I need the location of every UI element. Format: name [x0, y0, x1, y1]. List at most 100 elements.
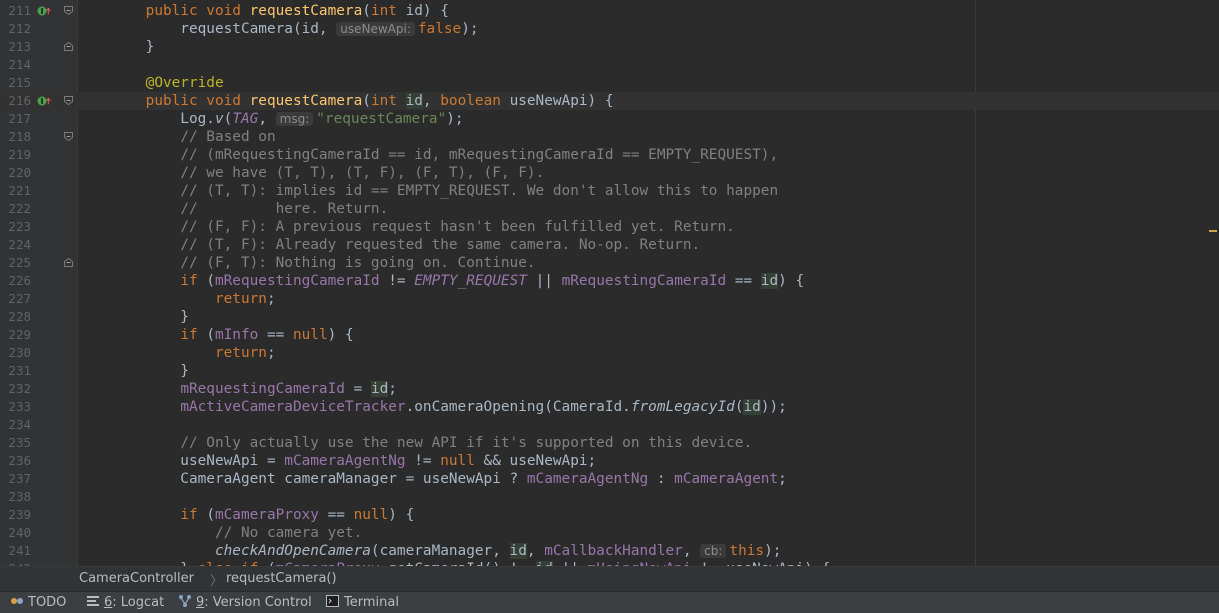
code-line[interactable]: 226 if (mRequestingCameraId != EMPTY_REQ…	[0, 272, 1219, 290]
overrides-method-arrow-icon[interactable]	[45, 5, 53, 17]
code-text[interactable]: }	[111, 362, 189, 380]
code-line[interactable]: 228 }	[0, 308, 1219, 326]
line-number[interactable]: 226	[0, 272, 31, 290]
code-line[interactable]: 214	[0, 56, 1219, 74]
line-number[interactable]: 223	[0, 218, 31, 236]
code-text[interactable]: requestCamera(id, useNewApi: false);	[111, 20, 478, 38]
code-line[interactable]: 227 return;	[0, 290, 1219, 308]
line-number[interactable]: 232	[0, 380, 31, 398]
line-number[interactable]: 236	[0, 452, 31, 470]
line-number[interactable]: 239	[0, 506, 31, 524]
code-editor[interactable]: 211 public void requestCamera(int id) {2…	[0, 0, 1219, 566]
code-line[interactable]: 238	[0, 488, 1219, 506]
code-line[interactable]: 217 Log.v(TAG, msg: "requestCamera");	[0, 110, 1219, 128]
code-text[interactable]: // we have (T, T), (T, F), (F, T), (F, F…	[111, 164, 544, 182]
terminal-button[interactable]: Terminal	[326, 595, 399, 611]
code-text[interactable]: }	[111, 308, 189, 326]
code-text[interactable]: @Override	[111, 74, 224, 92]
line-number[interactable]: 221	[0, 182, 31, 200]
code-text[interactable]: return;	[111, 290, 276, 308]
code-text[interactable]: // (F, F): A previous request hasn't bee…	[111, 218, 735, 236]
code-text[interactable]: if (mCameraProxy == null) {	[111, 506, 414, 524]
scroll-marker[interactable]	[1209, 230, 1217, 232]
line-number[interactable]: 238	[0, 488, 31, 506]
todo-button[interactable]: TODO	[10, 595, 66, 611]
line-number[interactable]: 224	[0, 236, 31, 254]
fold-marker-icon[interactable]	[64, 6, 73, 15]
code-line[interactable]: 229 if (mInfo == null) {	[0, 326, 1219, 344]
code-text[interactable]: if (mInfo == null) {	[111, 326, 353, 344]
line-number[interactable]: 228	[0, 308, 31, 326]
line-number[interactable]: 241	[0, 542, 31, 560]
code-line[interactable]: 221 // (T, T): implies id == EMPTY_REQUE…	[0, 182, 1219, 200]
line-number[interactable]: 231	[0, 362, 31, 380]
code-text[interactable]: public void requestCamera(int id, boolea…	[111, 92, 614, 110]
line-number[interactable]: 229	[0, 326, 31, 344]
code-text[interactable]: }	[111, 38, 155, 56]
code-text[interactable]: checkAndOpenCamera(cameraManager, id, mC…	[111, 542, 781, 560]
line-number[interactable]: 218	[0, 128, 31, 146]
code-text[interactable]: mActiveCameraDeviceTracker.onCameraOpeni…	[111, 398, 787, 416]
code-line[interactable]: 240 // No camera yet.	[0, 524, 1219, 542]
code-line[interactable]: 234	[0, 416, 1219, 434]
code-line[interactable]: 215 @Override	[0, 74, 1219, 92]
code-line[interactable]: 236 useNewApi = mCameraAgentNg != null &…	[0, 452, 1219, 470]
code-line[interactable]: 211 public void requestCamera(int id) {	[0, 2, 1219, 20]
code-line[interactable]: 233 mActiveCameraDeviceTracker.onCameraO…	[0, 398, 1219, 416]
line-number[interactable]: 211	[0, 2, 31, 20]
line-number[interactable]: 234	[0, 416, 31, 434]
version-control-button[interactable]: 9: Version Control	[178, 595, 312, 611]
code-text[interactable]: useNewApi = mCameraAgentNg != null && us…	[111, 452, 596, 470]
code-line[interactable]: 241 checkAndOpenCamera(cameraManager, id…	[0, 542, 1219, 560]
code-line[interactable]: 239 if (mCameraProxy == null) {	[0, 506, 1219, 524]
code-line[interactable]: 235 // Only actually use the new API if …	[0, 434, 1219, 452]
code-text[interactable]: CameraAgent cameraManager = useNewApi ? …	[111, 470, 787, 488]
line-number[interactable]: 240	[0, 524, 31, 542]
code-text[interactable]: if (mRequestingCameraId != EMPTY_REQUEST…	[111, 272, 804, 290]
line-number[interactable]: 235	[0, 434, 31, 452]
line-number[interactable]: 215	[0, 74, 31, 92]
code-text[interactable]: return;	[111, 344, 276, 362]
editor-scrollbar-markers[interactable]	[1206, 0, 1219, 566]
code-line[interactable]: 230 return;	[0, 344, 1219, 362]
line-number[interactable]: 225	[0, 254, 31, 272]
code-lines[interactable]: 211 public void requestCamera(int id) {2…	[0, 2, 1219, 566]
code-line[interactable]: 231 }	[0, 362, 1219, 380]
code-line[interactable]: 223 // (F, F): A previous request hasn't…	[0, 218, 1219, 236]
code-line[interactable]: 222 // here. Return.	[0, 200, 1219, 218]
code-text[interactable]: // here. Return.	[111, 200, 388, 218]
line-number[interactable]: 212	[0, 20, 31, 38]
line-number[interactable]: 220	[0, 164, 31, 182]
line-number[interactable]: 213	[0, 38, 31, 56]
code-text[interactable]: // (mRequestingCameraId == id, mRequesti…	[111, 146, 778, 164]
code-line[interactable]: 219 // (mRequestingCameraId == id, mRequ…	[0, 146, 1219, 164]
breadcrumb-item-class[interactable]: CameraController	[79, 571, 194, 586]
code-line[interactable]: 213 }	[0, 38, 1219, 56]
line-number[interactable]: 230	[0, 344, 31, 362]
line-number[interactable]: 219	[0, 146, 31, 164]
code-line[interactable]: 220 // we have (T, T), (T, F), (F, T), (…	[0, 164, 1219, 182]
fold-end-marker-icon[interactable]	[64, 258, 73, 267]
line-number[interactable]: 214	[0, 56, 31, 74]
code-line[interactable]: 218 // Based on	[0, 128, 1219, 146]
code-text[interactable]: mRequestingCameraId = id;	[111, 380, 397, 398]
code-text[interactable]: // Based on	[111, 128, 275, 146]
code-line[interactable]: 224 // (T, F): Already requested the sam…	[0, 236, 1219, 254]
overrides-method-arrow-icon[interactable]	[45, 95, 53, 107]
code-text[interactable]: // (T, F): Already requested the same ca…	[111, 236, 700, 254]
line-number[interactable]: 216	[0, 92, 31, 110]
line-number[interactable]: 237	[0, 470, 31, 488]
line-number[interactable]: 222	[0, 200, 31, 218]
logcat-button[interactable]: 6: Logcat	[86, 595, 164, 611]
line-number[interactable]: 233	[0, 398, 31, 416]
code-text[interactable]: public void requestCamera(int id) {	[111, 2, 449, 20]
code-line[interactable]: 216 public void requestCamera(int id, bo…	[0, 92, 1219, 110]
fold-end-marker-icon[interactable]	[64, 42, 73, 51]
code-line[interactable]: 232 mRequestingCameraId = id;	[0, 380, 1219, 398]
fold-marker-icon[interactable]	[64, 96, 73, 105]
breadcrumb-item-method[interactable]: requestCamera()	[226, 571, 337, 586]
line-number[interactable]: 227	[0, 290, 31, 308]
code-line[interactable]: 225 // (F, T): Nothing is going on. Cont…	[0, 254, 1219, 272]
code-line[interactable]: 237 CameraAgent cameraManager = useNewAp…	[0, 470, 1219, 488]
fold-marker-icon[interactable]	[64, 132, 73, 141]
